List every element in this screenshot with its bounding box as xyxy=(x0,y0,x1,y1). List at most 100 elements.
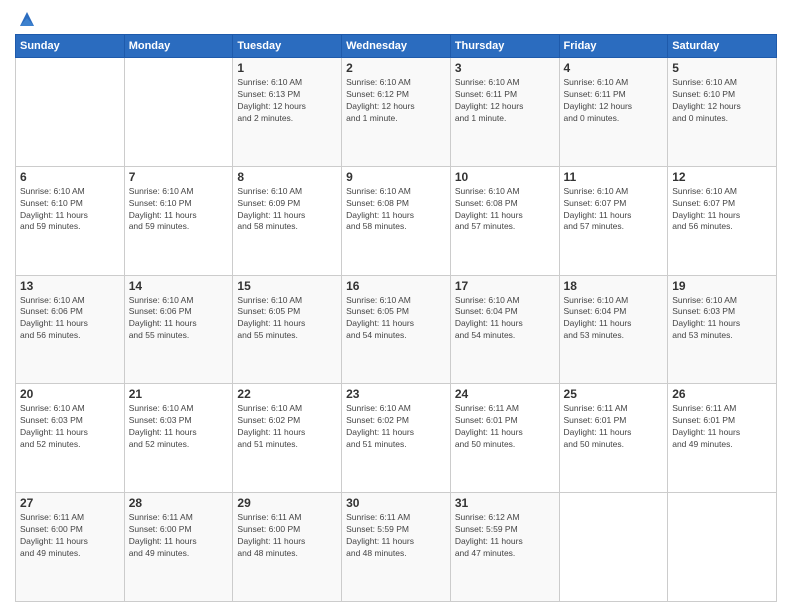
calendar-cell: 23 Sunrise: 6:10 AMSunset: 6:02 PMDayligh… xyxy=(342,384,451,493)
day-info: Sunrise: 6:10 AMSunset: 6:12 PMDaylight:… xyxy=(346,77,446,125)
header-day-sunday: Sunday xyxy=(16,35,125,58)
day-info: Sunrise: 6:10 AMSunset: 6:02 PMDaylight:… xyxy=(237,403,337,451)
day-number: 17 xyxy=(455,279,555,293)
day-info: Sunrise: 6:11 AMSunset: 6:00 PMDaylight:… xyxy=(237,512,337,560)
calendar-cell xyxy=(559,493,668,602)
calendar-cell xyxy=(16,58,125,167)
day-info: Sunrise: 6:11 AMSunset: 6:00 PMDaylight:… xyxy=(20,512,120,560)
day-number: 21 xyxy=(129,387,229,401)
calendar-cell: 17 Sunrise: 6:10 AMSunset: 6:04 PMDayligh… xyxy=(450,275,559,384)
day-number: 3 xyxy=(455,61,555,75)
calendar-cell: 26Sunrise: 6:11 AMSunset: 6:01 PMDayligh… xyxy=(668,384,777,493)
calendar-cell: 25 Sunrise: 6:11 AMSunset: 6:01 PMDayligh… xyxy=(559,384,668,493)
day-info: Sunrise: 6:10 AMSunset: 6:02 PMDaylight:… xyxy=(346,403,446,451)
day-info: Sunrise: 6:10 AMSunset: 6:06 PMDaylight:… xyxy=(20,295,120,343)
header-day-wednesday: Wednesday xyxy=(342,35,451,58)
day-number: 14 xyxy=(129,279,229,293)
calendar-cell: 28 Sunrise: 6:11 AMSunset: 6:00 PMDayligh… xyxy=(124,493,233,602)
header-day-friday: Friday xyxy=(559,35,668,58)
header-day-monday: Monday xyxy=(124,35,233,58)
day-info: Sunrise: 6:11 AMSunset: 6:01 PMDaylight:… xyxy=(455,403,555,451)
day-number: 1 xyxy=(237,61,337,75)
calendar-cell: 3 Sunrise: 6:10 AMSunset: 6:11 PMDaylight… xyxy=(450,58,559,167)
calendar-cell: 20 Sunrise: 6:10 AMSunset: 6:03 PMDayligh… xyxy=(16,384,125,493)
day-info: Sunrise: 6:10 AMSunset: 6:10 PMDaylight:… xyxy=(129,186,229,234)
day-info: Sunrise: 6:10 AMSunset: 6:04 PMDaylight:… xyxy=(455,295,555,343)
day-info: Sunrise: 6:10 AMSunset: 6:03 PMDaylight:… xyxy=(672,295,772,343)
day-info: Sunrise: 6:11 AMSunset: 6:00 PMDaylight:… xyxy=(129,512,229,560)
day-number: 9 xyxy=(346,170,446,184)
calendar-cell: 15 Sunrise: 6:10 AMSunset: 6:05 PMDayligh… xyxy=(233,275,342,384)
day-number: 29 xyxy=(237,496,337,510)
day-info: Sunrise: 6:12 AMSunset: 5:59 PMDaylight:… xyxy=(455,512,555,560)
day-info: Sunrise: 6:10 AMSunset: 6:08 PMDaylight:… xyxy=(346,186,446,234)
day-number: 12 xyxy=(672,170,772,184)
week-row-2: 13 Sunrise: 6:10 AMSunset: 6:06 PMDayligh… xyxy=(16,275,777,384)
day-number: 30 xyxy=(346,496,446,510)
week-row-3: 20 Sunrise: 6:10 AMSunset: 6:03 PMDayligh… xyxy=(16,384,777,493)
day-info: Sunrise: 6:10 AMSunset: 6:13 PMDaylight:… xyxy=(237,77,337,125)
day-number: 23 xyxy=(346,387,446,401)
day-number: 16 xyxy=(346,279,446,293)
header-day-thursday: Thursday xyxy=(450,35,559,58)
day-info: Sunrise: 6:10 AMSunset: 6:10 PMDaylight:… xyxy=(672,77,772,125)
calendar-cell: 27 Sunrise: 6:11 AMSunset: 6:00 PMDayligh… xyxy=(16,493,125,602)
calendar-cell: 13 Sunrise: 6:10 AMSunset: 6:06 PMDayligh… xyxy=(16,275,125,384)
day-number: 11 xyxy=(564,170,664,184)
calendar-cell: 9 Sunrise: 6:10 AMSunset: 6:08 PMDaylight… xyxy=(342,166,451,275)
day-info: Sunrise: 6:10 AMSunset: 6:07 PMDaylight:… xyxy=(672,186,772,234)
day-info: Sunrise: 6:10 AMSunset: 6:03 PMDaylight:… xyxy=(129,403,229,451)
calendar-cell: 21 Sunrise: 6:10 AMSunset: 6:03 PMDayligh… xyxy=(124,384,233,493)
day-info: Sunrise: 6:10 AMSunset: 6:06 PMDaylight:… xyxy=(129,295,229,343)
day-info: Sunrise: 6:10 AMSunset: 6:05 PMDaylight:… xyxy=(237,295,337,343)
day-info: Sunrise: 6:10 AMSunset: 6:11 PMDaylight:… xyxy=(455,77,555,125)
day-info: Sunrise: 6:10 AMSunset: 6:05 PMDaylight:… xyxy=(346,295,446,343)
logo xyxy=(15,10,38,26)
logo-icon xyxy=(16,8,38,30)
calendar-cell: 8 Sunrise: 6:10 AMSunset: 6:09 PMDaylight… xyxy=(233,166,342,275)
day-number: 5 xyxy=(672,61,772,75)
calendar-cell xyxy=(668,493,777,602)
day-info: Sunrise: 6:10 AMSunset: 6:10 PMDaylight:… xyxy=(20,186,120,234)
calendar-cell: 30 Sunrise: 6:11 AMSunset: 5:59 PMDayligh… xyxy=(342,493,451,602)
day-number: 2 xyxy=(346,61,446,75)
page: SundayMondayTuesdayWednesdayThursdayFrid… xyxy=(0,0,792,612)
calendar-cell: 7Sunrise: 6:10 AMSunset: 6:10 PMDaylight… xyxy=(124,166,233,275)
day-info: Sunrise: 6:10 AMSunset: 6:03 PMDaylight:… xyxy=(20,403,120,451)
calendar-cell: 22 Sunrise: 6:10 AMSunset: 6:02 PMDayligh… xyxy=(233,384,342,493)
day-info: Sunrise: 6:11 AMSunset: 6:01 PMDaylight:… xyxy=(672,403,772,451)
calendar-cell xyxy=(124,58,233,167)
header xyxy=(15,10,777,26)
day-number: 27 xyxy=(20,496,120,510)
day-number: 8 xyxy=(237,170,337,184)
day-number: 28 xyxy=(129,496,229,510)
week-row-1: 6 Sunrise: 6:10 AMSunset: 6:10 PMDaylight… xyxy=(16,166,777,275)
day-number: 20 xyxy=(20,387,120,401)
week-row-4: 27 Sunrise: 6:11 AMSunset: 6:00 PMDayligh… xyxy=(16,493,777,602)
day-number: 13 xyxy=(20,279,120,293)
day-info: Sunrise: 6:11 AMSunset: 6:01 PMDaylight:… xyxy=(564,403,664,451)
calendar-cell: 2 Sunrise: 6:10 AMSunset: 6:12 PMDaylight… xyxy=(342,58,451,167)
week-row-0: 1 Sunrise: 6:10 AMSunset: 6:13 PMDaylight… xyxy=(16,58,777,167)
day-number: 15 xyxy=(237,279,337,293)
calendar-cell: 31Sunrise: 6:12 AMSunset: 5:59 PMDayligh… xyxy=(450,493,559,602)
day-number: 6 xyxy=(20,170,120,184)
day-number: 22 xyxy=(237,387,337,401)
calendar-cell: 4Sunrise: 6:10 AMSunset: 6:11 PMDaylight… xyxy=(559,58,668,167)
calendar-body: 1 Sunrise: 6:10 AMSunset: 6:13 PMDaylight… xyxy=(16,58,777,602)
calendar-cell: 1 Sunrise: 6:10 AMSunset: 6:13 PMDaylight… xyxy=(233,58,342,167)
day-info: Sunrise: 6:10 AMSunset: 6:09 PMDaylight:… xyxy=(237,186,337,234)
calendar-cell: 24Sunrise: 6:11 AMSunset: 6:01 PMDayligh… xyxy=(450,384,559,493)
calendar-cell: 29 Sunrise: 6:11 AMSunset: 6:00 PMDayligh… xyxy=(233,493,342,602)
day-number: 25 xyxy=(564,387,664,401)
day-info: Sunrise: 6:10 AMSunset: 6:07 PMDaylight:… xyxy=(564,186,664,234)
day-number: 10 xyxy=(455,170,555,184)
day-info: Sunrise: 6:10 AMSunset: 6:11 PMDaylight:… xyxy=(564,77,664,125)
day-number: 19 xyxy=(672,279,772,293)
calendar-cell: 18Sunrise: 6:10 AMSunset: 6:04 PMDayligh… xyxy=(559,275,668,384)
day-info: Sunrise: 6:11 AMSunset: 5:59 PMDaylight:… xyxy=(346,512,446,560)
header-day-tuesday: Tuesday xyxy=(233,35,342,58)
calendar-table: SundayMondayTuesdayWednesdayThursdayFrid… xyxy=(15,34,777,602)
calendar-cell: 5 Sunrise: 6:10 AMSunset: 6:10 PMDaylight… xyxy=(668,58,777,167)
calendar-cell: 19 Sunrise: 6:10 AMSunset: 6:03 PMDayligh… xyxy=(668,275,777,384)
